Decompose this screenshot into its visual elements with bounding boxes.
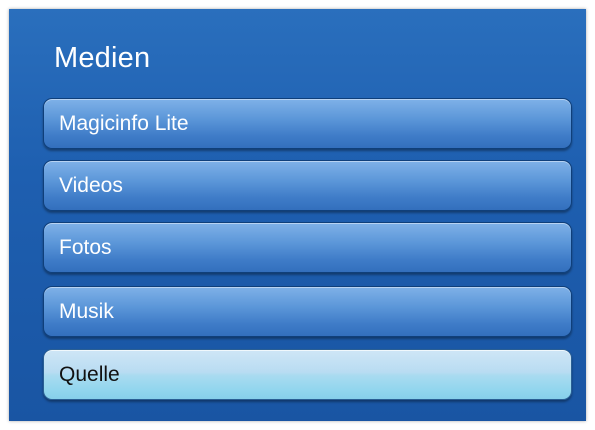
menu-item-label: Musik <box>59 300 114 323</box>
menu-item-videos[interactable]: Videos <box>43 160 572 211</box>
menu-item-fotos[interactable]: Fotos <box>43 222 572 273</box>
menu-item-label: Videos <box>59 174 123 197</box>
menu-item-label: Quelle <box>59 363 120 386</box>
menu-title: Medien <box>54 42 151 74</box>
menu-item-quelle[interactable]: Quelle <box>43 349 572 400</box>
menu-item-musik[interactable]: Musik <box>43 286 572 337</box>
menu-item-label: Fotos <box>59 236 112 259</box>
media-menu-panel: Medien Magicinfo Lite Videos Fotos Musik… <box>9 9 586 421</box>
menu-item-magicinfo-lite[interactable]: Magicinfo Lite <box>43 98 572 149</box>
menu-item-label: Magicinfo Lite <box>59 112 189 135</box>
